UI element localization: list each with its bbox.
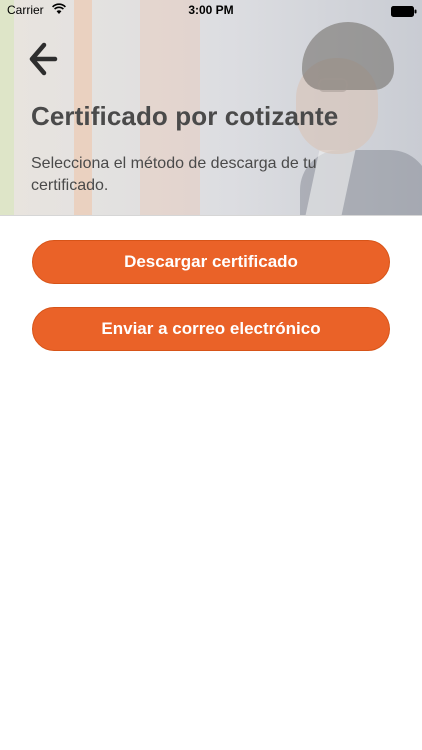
header-banner: Carrier 3:00 PM Certificado por cotizant…	[0, 0, 422, 216]
banner-photo-person	[318, 78, 348, 92]
page-subtitle: Selecciona el método de descarga de tu c…	[31, 155, 317, 194]
banner-photo-person	[302, 22, 394, 90]
banner-photo-background	[0, 0, 14, 215]
download-certificate-button[interactable]: Descargar certificado	[32, 240, 390, 284]
clock-time: 3:00 PM	[188, 3, 234, 17]
status-bar: Carrier 3:00 PM	[0, 0, 422, 22]
back-arrow-icon[interactable]	[28, 40, 58, 78]
send-email-button[interactable]: Enviar a correo electrónico	[32, 307, 390, 351]
page-title: Certificado por cotizante	[31, 101, 339, 131]
battery-icon	[391, 6, 417, 17]
